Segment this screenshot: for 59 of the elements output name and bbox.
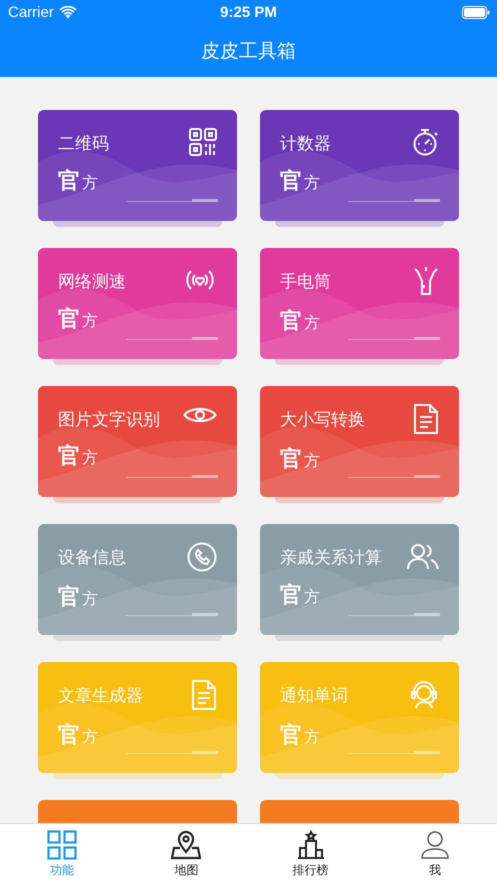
tool-title: 网络测速 (58, 271, 126, 293)
map-pin-icon (171, 830, 202, 860)
tool-card[interactable]: 大小写转换 官 方 (260, 386, 459, 497)
tool-card[interactable]: 计数器 官 方 (260, 110, 459, 221)
official-badge-small: 方 (304, 313, 320, 334)
nav-title: 皮皮工具箱 (201, 39, 296, 64)
grid-icon (47, 830, 78, 860)
tool-title: 图片文字识别 (58, 409, 160, 431)
tab-item[interactable]: 地图 (124, 824, 248, 883)
tab-item[interactable]: 我 (372, 824, 497, 883)
official-badge-big: 官 (280, 446, 302, 474)
stopwatch-icon (411, 128, 439, 156)
official-badge-big: 官 (280, 308, 302, 336)
tool-title: 设备信息 (58, 547, 126, 569)
official-badge-small: 方 (82, 589, 98, 610)
carrier-name: Carrier (8, 4, 54, 21)
official-badge-small: 方 (82, 173, 98, 194)
official-badge-small: 方 (304, 587, 320, 608)
tab-item[interactable]: 功能 (0, 824, 124, 883)
official-badge-big: 官 (280, 722, 302, 750)
tool-card[interactable]: 网络测速 官 方 (38, 248, 237, 359)
tool-card[interactable]: 设备信息 官 方 (38, 524, 237, 635)
tool-title: 文章生成器 (58, 685, 143, 707)
tool-card[interactable]: 手电筒 官 方 (260, 248, 459, 359)
official-badge-big: 官 (280, 582, 302, 610)
headset-icon (409, 680, 439, 710)
official-badge-small: 方 (82, 727, 98, 748)
user-icon (420, 830, 450, 860)
official-badge-big: 官 (58, 584, 80, 612)
tool-title: 计数器 (280, 133, 331, 155)
official-badge-small: 方 (304, 727, 320, 748)
official-badge-big: 官 (280, 168, 302, 196)
tool-title: 手电筒 (280, 271, 331, 293)
tool-card[interactable]: 亲戚关系计算 官 方 (260, 524, 459, 635)
tool-title: 通知单词 (280, 685, 348, 707)
people-icon (407, 542, 439, 570)
document-icon (413, 404, 439, 434)
tool-card[interactable]: 二维码 官 方 (38, 110, 237, 221)
clock-time: 9:25 PM (220, 4, 277, 21)
tool-title: 二维码 (58, 133, 109, 155)
document-icon (191, 680, 217, 710)
official-badge-small: 方 (304, 451, 320, 472)
official-badge-big: 官 (58, 168, 80, 196)
ranking-icon (296, 830, 326, 860)
tab-item[interactable]: 排行榜 (248, 824, 373, 883)
tool-card[interactable]: 图片文字识别 官 方 (38, 386, 237, 497)
tool-title: 大小写转换 (280, 409, 365, 431)
official-badge-small: 方 (82, 311, 98, 332)
official-badge-big: 官 (58, 722, 80, 750)
official-badge-small: 方 (304, 173, 320, 194)
tool-title: 亲戚关系计算 (280, 547, 382, 569)
wifi-icon (58, 6, 77, 19)
official-badge-small: 方 (82, 448, 98, 469)
official-badge-big: 官 (58, 442, 80, 471)
phone-icon (187, 542, 217, 572)
official-badge-big: 官 (58, 306, 80, 334)
battery-icon (462, 6, 490, 19)
qr-code-icon (189, 128, 217, 156)
flashlight-icon (413, 266, 439, 296)
